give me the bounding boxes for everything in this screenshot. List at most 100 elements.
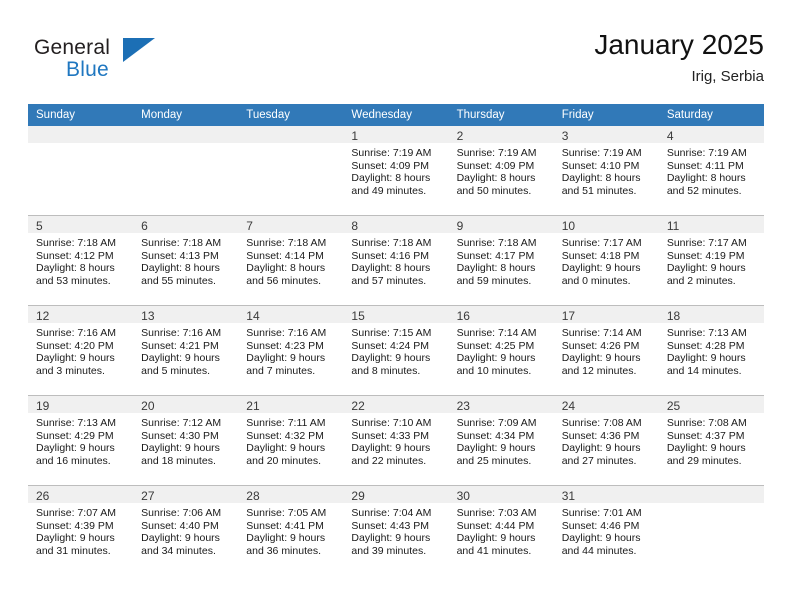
- day-number-bar: 3: [553, 126, 659, 143]
- day-number-bar: 26: [28, 486, 134, 503]
- calendar-day-cell[interactable]: 18 Sunrise: 7:13 AM Sunset: 4:28 PM Dayligh…: [658, 305, 764, 396]
- day-detail-line: Daylight: 9 hours: [351, 442, 431, 455]
- day-detail-line: and 59 minutes.: [456, 274, 532, 287]
- calendar-day-cell[interactable]: 22 Sunrise: 7:10 AM Sunset: 4:33 PM Dayligh…: [343, 395, 449, 486]
- day-number-bar: 5: [28, 216, 134, 233]
- day-detail-line: Daylight: 9 hours: [36, 532, 115, 545]
- day-detail-line: Daylight: 9 hours: [246, 442, 326, 455]
- calendar-day-cell[interactable]: 7 Sunrise: 7:18 AM Sunset: 4:14 PM Daylight…: [238, 215, 344, 306]
- calendar-day-cell[interactable]: 30 Sunrise: 7:03 AM Sunset: 4:44 PM Dayligh…: [448, 485, 554, 575]
- day-details: Sunrise: 7:09 AM Sunset: 4:34 PM Daylight:…: [449, 413, 554, 467]
- day-details: Sunrise: 7:13 AM Sunset: 4:29 PM Daylight:…: [28, 413, 133, 467]
- calendar-day-cell[interactable]: 21 Sunrise: 7:11 AM Sunset: 4:32 PM Dayligh…: [238, 395, 344, 486]
- calendar-day-cell[interactable]: 27 Sunrise: 7:06 AM Sunset: 4:40 PM Dayligh…: [133, 485, 239, 575]
- day-detail-line: Sunrise: 7:08 AM: [666, 417, 747, 429]
- day-detail-line: Daylight: 9 hours: [36, 442, 115, 455]
- day-number-bar: 27: [133, 486, 239, 503]
- calendar-day-cell[interactable]: 23 Sunrise: 7:09 AM Sunset: 4:34 PM Dayligh…: [448, 395, 554, 486]
- day-number: 2: [456, 129, 464, 143]
- day-details: Sunrise: 7:18 AM Sunset: 4:14 PM Daylight:…: [238, 233, 343, 287]
- day-number-bar: [658, 486, 764, 503]
- day-details: Sunrise: 7:18 AM Sunset: 4:13 PM Daylight:…: [133, 233, 238, 287]
- day-number-bar: 25: [658, 396, 764, 413]
- day-details: Sunrise: 7:14 AM Sunset: 4:25 PM Daylight:…: [449, 323, 554, 377]
- day-detail-line: Sunset: 4:29 PM: [36, 429, 114, 442]
- day-details: Sunrise: 7:04 AM Sunset: 4:43 PM Daylight:…: [343, 503, 448, 557]
- calendar-day-cell[interactable]: 20 Sunrise: 7:12 AM Sunset: 4:30 PM Dayligh…: [133, 395, 239, 486]
- calendar-day-cell[interactable]: 12 Sunrise: 7:16 AM Sunset: 4:20 PM Dayligh…: [28, 305, 134, 396]
- calendar-day-cell[interactable]: 11 Sunrise: 7:17 AM Sunset: 4:19 PM Dayligh…: [658, 215, 764, 306]
- calendar-day-cell[interactable]: 16 Sunrise: 7:14 AM Sunset: 4:25 PM Dayligh…: [448, 305, 554, 396]
- day-detail-line: Sunset: 4:30 PM: [141, 429, 219, 442]
- calendar-day-cell[interactable]: 19 Sunrise: 7:13 AM Sunset: 4:29 PM Dayligh…: [28, 395, 134, 486]
- day-number-bar: 8: [343, 216, 449, 233]
- day-details: Sunrise: 7:07 AM Sunset: 4:39 PM Daylight:…: [28, 503, 133, 557]
- day-number-bar: 1: [343, 126, 449, 143]
- day-details: Sunrise: 7:19 AM Sunset: 4:09 PM Daylight:…: [343, 143, 448, 197]
- day-detail-line: Sunrise: 7:11 AM: [246, 417, 326, 429]
- calendar-day-cell[interactable]: 17 Sunrise: 7:14 AM Sunset: 4:26 PM Dayligh…: [553, 305, 659, 396]
- calendar-day-cell-empty: [658, 485, 764, 575]
- calendar-week-row: 1 Sunrise: 7:19 AM Sunset: 4:09 PM Daylight…: [28, 126, 764, 216]
- day-detail-line: Sunrise: 7:16 AM: [36, 327, 116, 339]
- day-detail-line: Sunrise: 7:13 AM: [36, 417, 116, 429]
- day-detail-line: Sunset: 4:16 PM: [351, 249, 430, 262]
- day-detail-line: and 12 minutes.: [561, 364, 637, 377]
- calendar-day-cell[interactable]: 1 Sunrise: 7:19 AM Sunset: 4:09 PM Daylight…: [343, 126, 449, 216]
- day-number: 28: [246, 489, 260, 503]
- day-detail-line: Sunset: 4:44 PM: [456, 519, 535, 532]
- day-detail-line: Daylight: 9 hours: [141, 532, 220, 545]
- calendar-day-cell[interactable]: 13 Sunrise: 7:16 AM Sunset: 4:21 PM Dayligh…: [133, 305, 239, 396]
- day-detail-line: Daylight: 9 hours: [561, 262, 641, 275]
- calendar-day-cell[interactable]: 24 Sunrise: 7:08 AM Sunset: 4:36 PM Dayligh…: [553, 395, 659, 486]
- page-header: General Blue January 2025 Irig, Serbia: [28, 28, 764, 100]
- calendar-day-cell[interactable]: 4 Sunrise: 7:19 AM Sunset: 4:11 PM Daylight…: [658, 126, 764, 216]
- day-number-bar: 17: [553, 306, 659, 323]
- day-number: 31: [561, 489, 576, 503]
- calendar-day-cell[interactable]: 29 Sunrise: 7:04 AM Sunset: 4:43 PM Dayligh…: [343, 485, 449, 575]
- day-detail-line: Sunrise: 7:16 AM: [246, 327, 327, 339]
- calendar-day-cell[interactable]: 26 Sunrise: 7:07 AM Sunset: 4:39 PM Dayligh…: [28, 485, 134, 575]
- day-detail-line: Sunrise: 7:19 AM: [561, 147, 642, 159]
- calendar-day-cell[interactable]: 25 Sunrise: 7:08 AM Sunset: 4:37 PM Dayligh…: [658, 395, 764, 486]
- day-detail-line: Daylight: 9 hours: [666, 442, 746, 455]
- day-detail-line: and 5 minutes.: [141, 364, 211, 377]
- day-number-bar: 10: [553, 216, 659, 233]
- day-detail-line: Sunrise: 7:17 AM: [666, 237, 747, 249]
- calendar-day-cell[interactable]: 5 Sunrise: 7:18 AM Sunset: 4:12 PM Daylight…: [28, 215, 134, 306]
- day-detail-line: Daylight: 8 hours: [141, 262, 220, 275]
- day-detail-line: Sunset: 4:13 PM: [141, 249, 219, 262]
- day-number: 27: [141, 489, 155, 503]
- day-detail-line: Sunset: 4:14 PM: [246, 249, 324, 262]
- calendar-day-cell[interactable]: 31 Sunrise: 7:01 AM Sunset: 4:46 PM Dayligh…: [553, 485, 659, 575]
- day-detail-line: Sunrise: 7:08 AM: [561, 417, 642, 429]
- calendar-day-cell[interactable]: 6 Sunrise: 7:18 AM Sunset: 4:13 PM Daylight…: [133, 215, 239, 306]
- day-details: [659, 503, 764, 507]
- day-detail-line: Daylight: 9 hours: [561, 532, 641, 545]
- day-number-bar: 28: [238, 486, 344, 503]
- calendar-day-cell[interactable]: 14 Sunrise: 7:16 AM Sunset: 4:23 PM Dayligh…: [238, 305, 344, 396]
- day-detail-line: Daylight: 8 hours: [561, 172, 641, 185]
- weekday-header-saturday: Saturday: [658, 104, 764, 126]
- day-detail-line: Sunset: 4:40 PM: [141, 519, 219, 532]
- calendar-week-row: 19 Sunrise: 7:13 AM Sunset: 4:29 PM Dayligh…: [28, 395, 764, 486]
- day-details: Sunrise: 7:17 AM Sunset: 4:18 PM Daylight:…: [554, 233, 659, 287]
- day-number-bar: 24: [553, 396, 659, 413]
- day-number-bar: 11: [658, 216, 764, 233]
- day-detail-line: Daylight: 9 hours: [141, 352, 220, 365]
- day-detail-line: Daylight: 9 hours: [561, 442, 641, 455]
- calendar-day-cell[interactable]: 15 Sunrise: 7:15 AM Sunset: 4:24 PM Dayligh…: [343, 305, 449, 396]
- calendar-day-cell[interactable]: 10 Sunrise: 7:17 AM Sunset: 4:18 PM Dayligh…: [553, 215, 659, 306]
- calendar-day-cell[interactable]: 8 Sunrise: 7:18 AM Sunset: 4:16 PM Daylight…: [343, 215, 449, 306]
- day-number-bar: 31: [553, 486, 659, 503]
- calendar-day-cell[interactable]: 28 Sunrise: 7:05 AM Sunset: 4:41 PM Dayligh…: [238, 485, 344, 575]
- day-detail-line: and 36 minutes.: [246, 544, 321, 557]
- brand-logo[interactable]: General Blue: [34, 36, 214, 96]
- day-detail-line: Sunrise: 7:19 AM: [351, 147, 432, 159]
- day-number: 13: [141, 309, 155, 323]
- calendar-day-cell[interactable]: 2 Sunrise: 7:19 AM Sunset: 4:09 PM Daylight…: [448, 126, 554, 216]
- day-number-bar: 6: [133, 216, 239, 233]
- calendar-day-cell[interactable]: 3 Sunrise: 7:19 AM Sunset: 4:10 PM Daylight…: [553, 126, 659, 216]
- calendar-day-cell[interactable]: 9 Sunrise: 7:18 AM Sunset: 4:17 PM Daylight…: [448, 215, 554, 306]
- day-details: Sunrise: 7:15 AM Sunset: 4:24 PM Daylight:…: [343, 323, 448, 377]
